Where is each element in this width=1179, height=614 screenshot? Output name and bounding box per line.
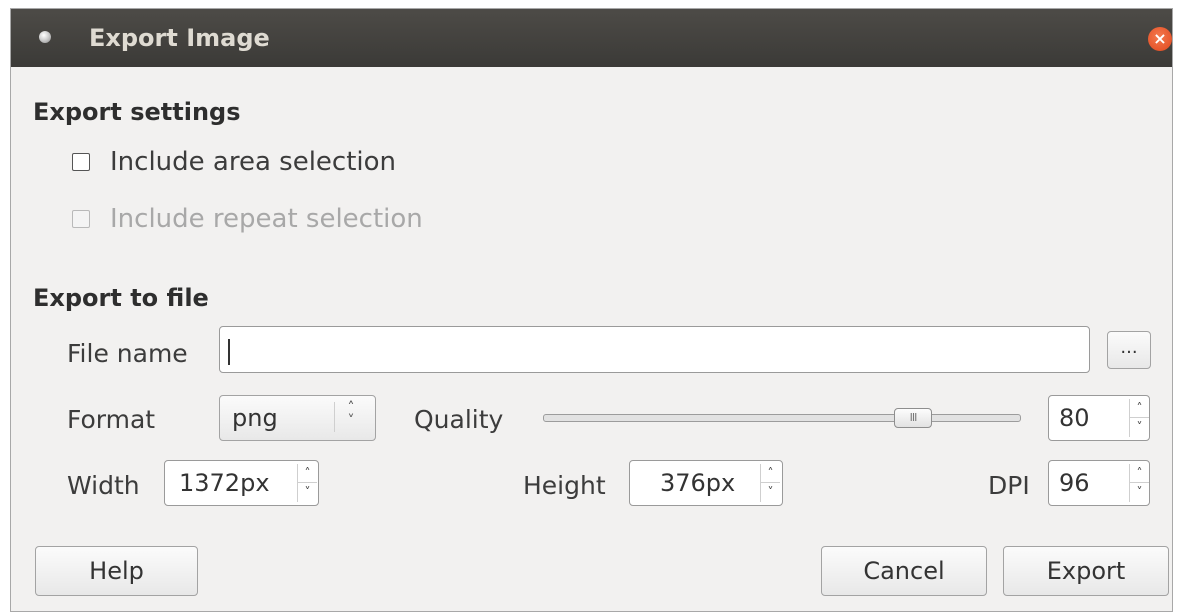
format-combobox[interactable]: png ˄ ˅: [219, 395, 376, 441]
browse-button[interactable]: ...: [1107, 331, 1151, 369]
width-value: 1372px: [179, 469, 270, 497]
quality-label: Quality: [414, 405, 504, 434]
format-label: Format: [67, 405, 156, 434]
spin-arrows[interactable]: ˄ ˅: [1129, 464, 1149, 502]
width-spinbox[interactable]: 1372px ˄ ˅: [164, 460, 319, 506]
export-settings-heading: Export settings: [33, 98, 241, 126]
height-spinbox[interactable]: 376px ˄ ˅: [629, 460, 783, 506]
checkbox-box[interactable]: [72, 153, 90, 171]
dpi-value: 96: [1059, 469, 1090, 497]
spin-up-icon[interactable]: ˄: [298, 464, 317, 483]
close-button[interactable]: ×: [1148, 27, 1172, 51]
file-name-label: File name: [67, 339, 188, 368]
dpi-spinbox[interactable]: 96 ˄ ˅: [1048, 460, 1150, 506]
spin-down-icon[interactable]: ˅: [1130, 418, 1149, 436]
include-repeat-selection-label: Include repeat selection: [110, 204, 423, 234]
export-image-dialog: Export Image × Export settings Include a…: [10, 8, 1173, 612]
window-menu-icon[interactable]: [39, 31, 51, 43]
export-button[interactable]: Export: [1003, 546, 1169, 596]
combo-arrows-icon: ˄ ˅: [347, 400, 355, 429]
spin-up-icon[interactable]: ˄: [1130, 464, 1149, 483]
height-label: Height: [523, 471, 606, 500]
spin-arrows[interactable]: ˄ ˅: [297, 464, 317, 502]
slider-handle[interactable]: III: [894, 408, 932, 428]
spin-arrows[interactable]: ˄ ˅: [1129, 399, 1149, 437]
dpi-label: DPI: [988, 471, 1030, 500]
height-value: 376px: [660, 469, 736, 497]
include-repeat-selection-checkbox: Include repeat selection: [72, 204, 423, 234]
help-button[interactable]: Help: [35, 546, 198, 596]
text-caret: [228, 339, 230, 365]
width-label: Width: [67, 471, 140, 500]
include-area-selection-checkbox[interactable]: Include area selection: [72, 147, 396, 177]
spin-down-icon[interactable]: ˅: [761, 483, 780, 501]
quality-value: 80: [1059, 404, 1090, 432]
export-to-file-heading: Export to file: [33, 284, 209, 312]
combo-separator: [334, 402, 335, 432]
title-bar[interactable]: Export Image ×: [11, 9, 1172, 67]
spin-up-icon[interactable]: ˄: [761, 464, 780, 483]
format-value: png: [232, 404, 278, 432]
include-area-selection-label: Include area selection: [110, 147, 397, 177]
spin-up-icon[interactable]: ˄: [1130, 399, 1149, 418]
cancel-button[interactable]: Cancel: [821, 546, 987, 596]
spin-down-icon[interactable]: ˅: [1130, 483, 1149, 501]
window-title: Export Image: [89, 24, 270, 52]
quality-spinbox[interactable]: 80 ˄ ˅: [1048, 395, 1150, 441]
file-name-input[interactable]: [219, 326, 1090, 373]
checkbox-box: [72, 210, 90, 228]
spin-down-icon[interactable]: ˅: [298, 483, 317, 501]
quality-slider[interactable]: III: [543, 408, 1021, 428]
spin-arrows[interactable]: ˄ ˅: [760, 464, 780, 502]
